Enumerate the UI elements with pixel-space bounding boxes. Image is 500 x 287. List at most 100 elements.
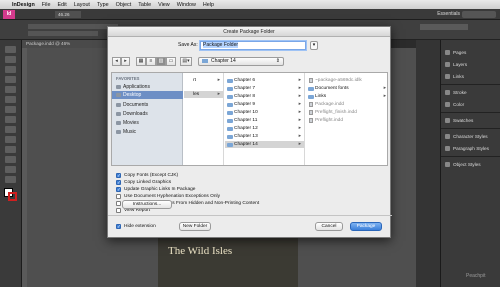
panel-links[interactable]: Links: [445, 74, 464, 79]
list-item[interactable]: ~package-a569dc.idlk: [306, 77, 387, 84]
list-item[interactable]: rt ▸: [184, 77, 223, 84]
column-view-button[interactable]: ▥: [156, 57, 166, 66]
panel-color[interactable]: Color: [445, 102, 464, 107]
sidebar-item-downloads[interactable]: Downloads: [112, 110, 183, 118]
sidebar-item-applications[interactable]: Applications: [112, 83, 183, 91]
type-tool-icon[interactable]: [5, 86, 16, 93]
folder-icon: [227, 86, 233, 91]
indd-file-icon: [309, 102, 313, 107]
selection-tool-icon[interactable]: [5, 46, 16, 53]
object-styles-icon: [445, 162, 450, 167]
panel-stroke[interactable]: Stroke: [445, 90, 467, 95]
option-copy-fonts[interactable]: ✓ Copy Fonts (Except CJK): [116, 172, 178, 179]
checkbox-unchecked[interactable]: [116, 194, 121, 199]
forward-button[interactable]: ▸: [121, 57, 130, 66]
panel-character-styles[interactable]: Character Styles: [445, 134, 488, 139]
list-item[interactable]: Chapter 9 ▸: [225, 101, 304, 108]
list-item[interactable]: Document fonts ▸: [306, 85, 387, 92]
sidebar-item-movies[interactable]: Movies: [112, 119, 183, 127]
panel-object-styles[interactable]: Object Styles: [445, 162, 481, 167]
instructions-button[interactable]: Instructions...: [122, 200, 172, 209]
panel-paragraph-styles[interactable]: Paragraph Styles: [445, 146, 489, 151]
list-item[interactable]: Links ▸: [306, 93, 387, 100]
checkbox-checked[interactable]: ✓: [116, 224, 121, 229]
panel-pages[interactable]: Pages: [445, 50, 466, 55]
panel-separator: [441, 156, 500, 157]
panel-icon-strip: [416, 40, 440, 287]
option-hyphenation-exceptions[interactable]: Use Document Hyphenation Exceptions Only: [116, 193, 220, 200]
menu-window[interactable]: Window: [177, 2, 196, 8]
menu-table[interactable]: Table: [138, 2, 151, 8]
location-popup[interactable]: Chapter 14 ⇕: [198, 57, 284, 66]
cancel-button[interactable]: Cancel: [315, 222, 343, 231]
direct-selection-tool-icon[interactable]: [5, 56, 16, 63]
checkbox-unchecked[interactable]: [116, 208, 121, 213]
checkbox-checked[interactable]: ✓: [116, 173, 121, 178]
expand-dialog-button[interactable]: ▾: [310, 41, 318, 50]
tools-panel: [0, 40, 22, 287]
browser-column-2: Chapter 6 ▸ Chapter 7 ▸ Chapter 8 ▸ Chapter…: [225, 73, 305, 165]
control-fields-row1[interactable]: [28, 24, 118, 29]
list-item[interactable]: les ▸: [184, 91, 223, 98]
checkbox-unchecked[interactable]: [116, 201, 121, 206]
arrange-button[interactable]: ▤▾: [180, 57, 192, 66]
option-copy-linked-graphics[interactable]: ✓ Copy Linked Graphics: [116, 179, 171, 186]
package-button[interactable]: Package: [350, 222, 382, 231]
indd-file-icon: [309, 118, 313, 123]
list-item[interactable]: Chapter 7 ▸: [225, 85, 304, 92]
chevron-right-icon: ▸: [298, 118, 301, 123]
pen-tool-icon[interactable]: [5, 106, 16, 113]
menu-indesign[interactable]: InDesign: [12, 2, 35, 8]
menu-help[interactable]: Help: [203, 2, 214, 8]
icon-view-button[interactable]: ▦: [136, 57, 146, 66]
menu-edit[interactable]: Edit: [57, 2, 66, 8]
free-transform-tool-icon[interactable]: [5, 156, 16, 163]
pencil-tool-icon[interactable]: [5, 116, 16, 123]
coverflow-view-button[interactable]: ▭: [166, 57, 176, 66]
panel-swatches[interactable]: Swatches: [445, 118, 473, 123]
menu-object[interactable]: Object: [116, 2, 132, 8]
zoom-tool-icon[interactable]: [5, 176, 16, 183]
folder-icon: [227, 142, 233, 147]
menu-type[interactable]: Type: [97, 2, 109, 8]
menu-view[interactable]: View: [158, 2, 170, 8]
list-item[interactable]: Package.indd: [306, 101, 387, 108]
line-tool-icon[interactable]: [5, 96, 16, 103]
sidebar-item-music[interactable]: Music: [112, 128, 183, 136]
workspace-switcher[interactable]: Essentials: [437, 11, 460, 17]
list-item[interactable]: Chapter 10 ▸: [225, 109, 304, 116]
list-item[interactable]: Chapter 12 ▸: [225, 125, 304, 132]
list-item[interactable]: Preflight_finish.indd: [306, 109, 387, 116]
page-tool-icon[interactable]: [5, 66, 16, 73]
scissors-tool-icon[interactable]: [5, 146, 16, 153]
menu-layout[interactable]: Layout: [74, 2, 90, 8]
zoom-field[interactable]: 46.26: [55, 11, 81, 18]
control-field-right[interactable]: [420, 24, 468, 30]
option-update-graphic-links[interactable]: ✓ Update Graphic Links In Package: [116, 186, 195, 193]
panel-layers[interactable]: Layers: [445, 62, 467, 67]
sidebar-item-documents[interactable]: Documents: [112, 101, 183, 109]
hand-tool-icon[interactable]: [5, 166, 16, 173]
menu-file[interactable]: File: [42, 2, 51, 8]
list-item[interactable]: Chapter 13 ▸: [225, 133, 304, 140]
control-fields-row2[interactable]: [28, 31, 98, 36]
option-hide-extension[interactable]: ✓ Hide extension: [116, 223, 156, 230]
watermark: Peachpit: [466, 273, 486, 279]
list-item[interactable]: Chapter 8 ▸: [225, 93, 304, 100]
list-item[interactable]: Chapter 6 ▸: [225, 77, 304, 84]
list-view-button[interactable]: ≡: [146, 57, 156, 66]
rectangle-frame-tool-icon[interactable]: [5, 126, 16, 133]
sidebar-item-desktop[interactable]: Desktop: [112, 91, 183, 99]
stroke-swatch[interactable]: [8, 192, 17, 201]
new-folder-button[interactable]: New Folder: [179, 222, 211, 231]
list-item-selected[interactable]: Chapter 14 ▸: [225, 141, 304, 148]
list-item[interactable]: Preflight.indd: [306, 117, 387, 124]
list-item[interactable]: Chapter 11 ▸: [225, 117, 304, 124]
rectangle-tool-icon[interactable]: [5, 136, 16, 143]
help-search-input[interactable]: [462, 11, 496, 18]
save-as-input[interactable]: Package Folder: [200, 41, 306, 50]
back-button[interactable]: ◂: [112, 57, 121, 66]
checkbox-checked[interactable]: ✓: [116, 180, 121, 185]
gap-tool-icon[interactable]: [5, 76, 16, 83]
checkbox-checked[interactable]: ✓: [116, 187, 121, 192]
